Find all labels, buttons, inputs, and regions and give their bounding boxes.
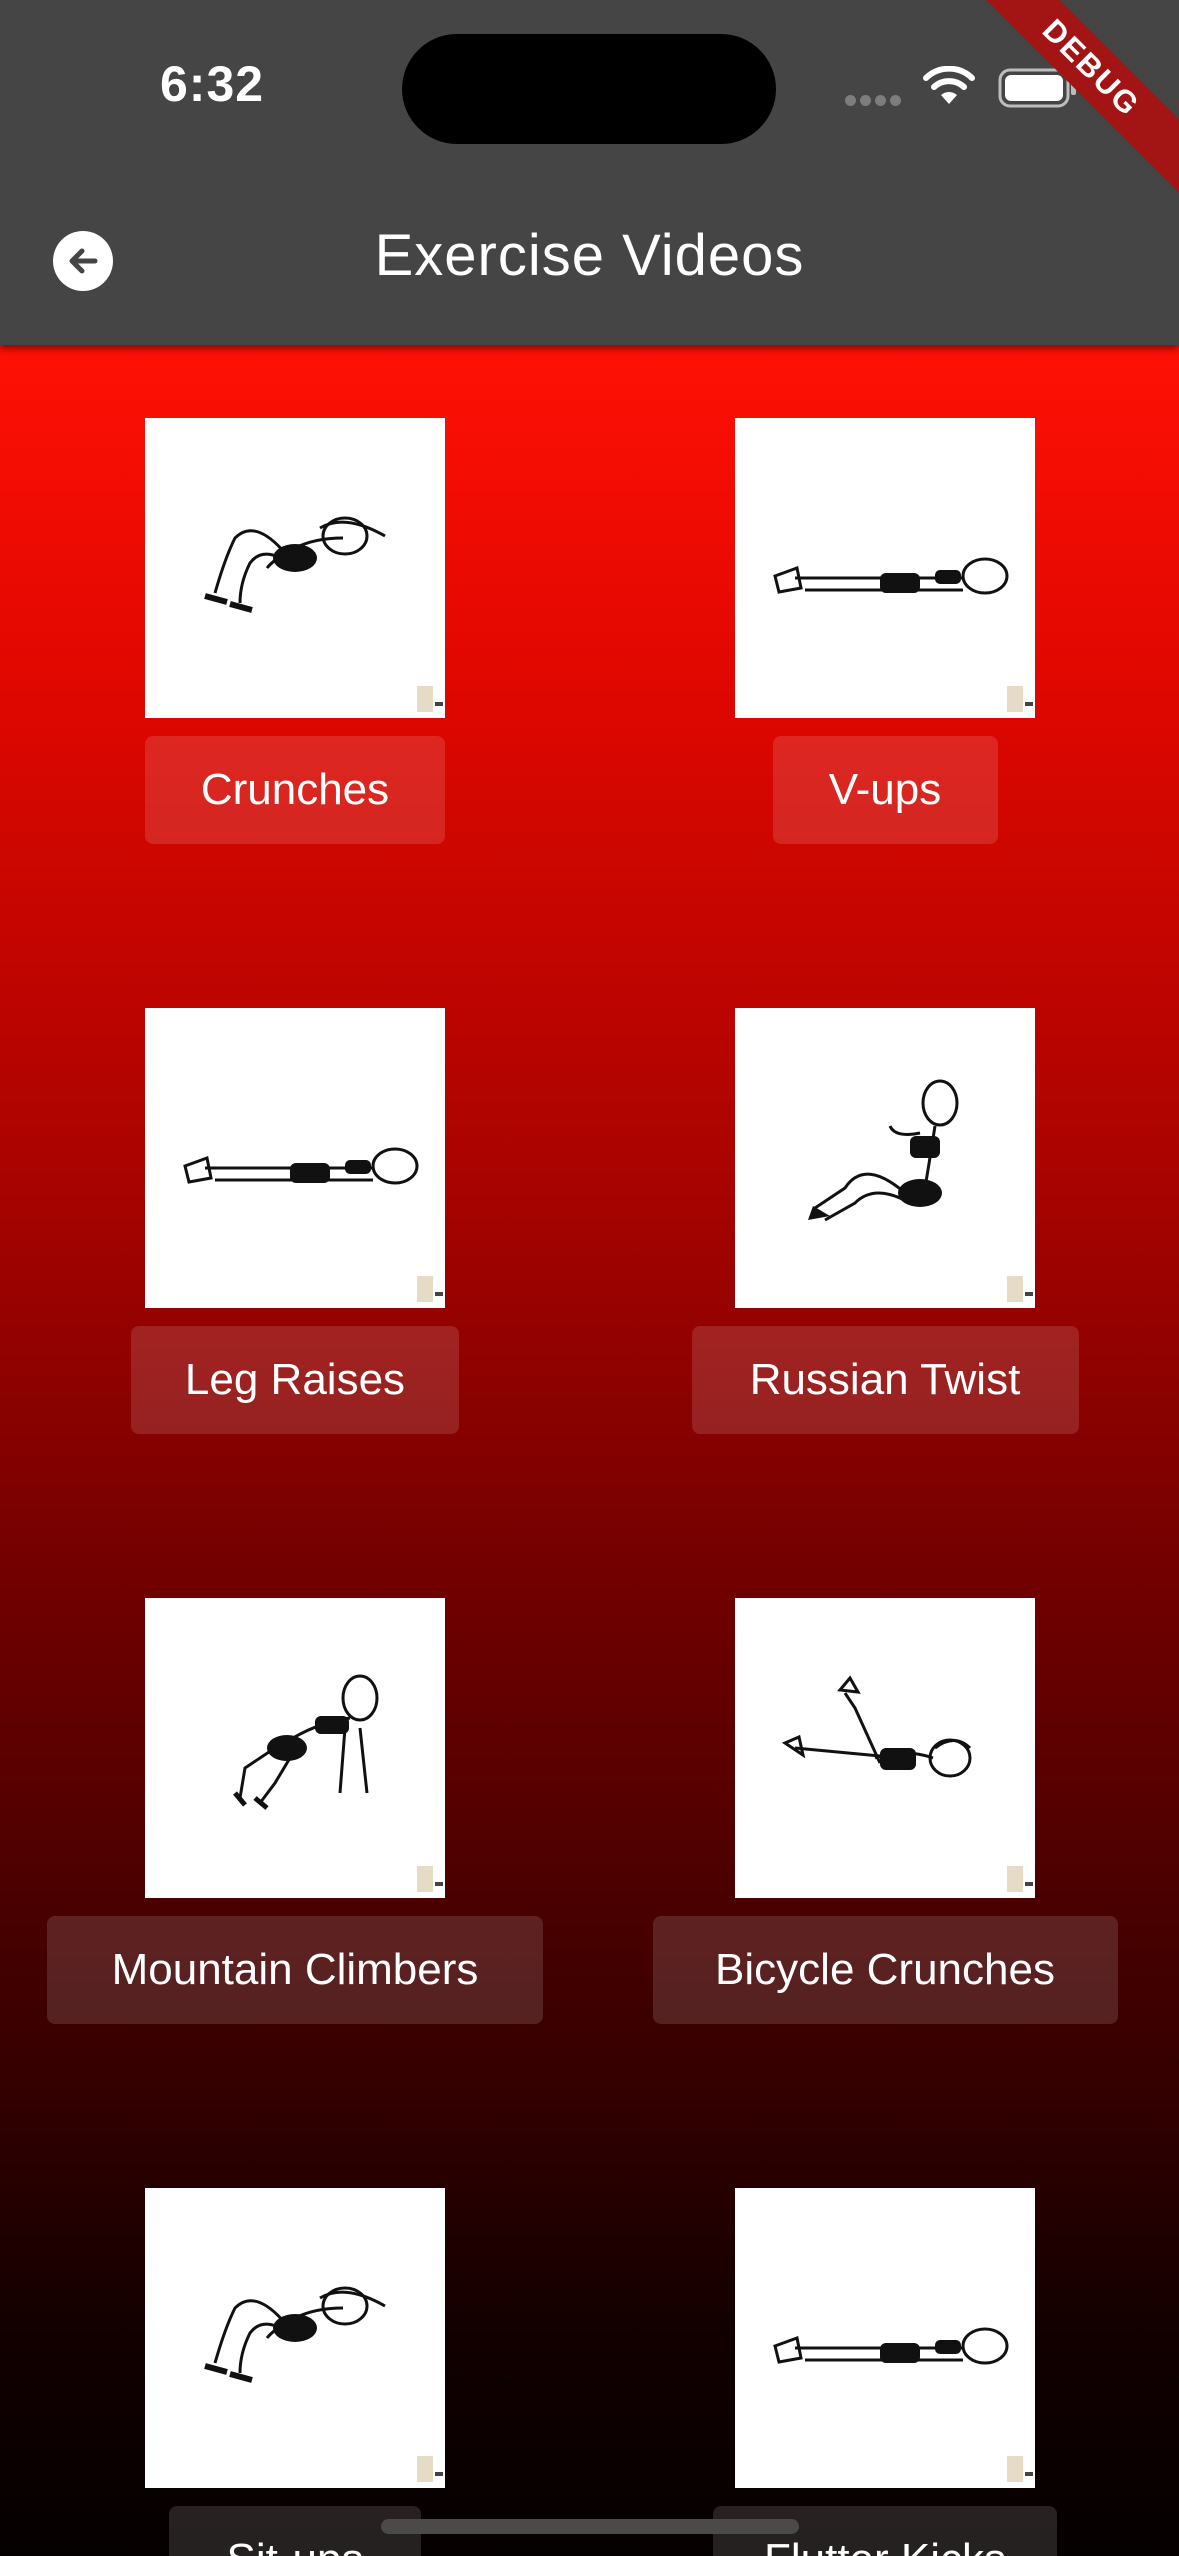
exercise-thumbnail[interactable]	[145, 2188, 445, 2488]
exercise-illustration	[183, 1147, 419, 1185]
exercise-name-button[interactable]: Mountain Climbers	[47, 1916, 543, 2024]
exercise-name-button[interactable]: V-ups	[772, 736, 998, 844]
watermark-logo	[417, 1276, 433, 1302]
cellular-signal-icon	[845, 93, 905, 111]
exercise-name-button[interactable]: Leg Raises	[131, 1326, 459, 1434]
exercise-thumbnail[interactable]	[145, 418, 445, 718]
home-indicator[interactable]	[381, 2519, 799, 2534]
exercise-thumbnail[interactable]	[145, 1008, 445, 1308]
watermark-logo	[1007, 686, 1023, 712]
exercise-thumbnail[interactable]	[735, 1598, 1035, 1898]
watermark-logo	[1007, 2456, 1023, 2482]
wifi-icon	[923, 66, 975, 104]
exercise-name-button[interactable]: Crunches	[145, 736, 445, 844]
exercise-name-button[interactable]: Bicycle Crunches	[652, 1916, 1118, 2024]
page-title: Exercise Videos	[374, 223, 805, 288]
exercise-illustration	[233, 1674, 379, 1810]
watermark-logo	[417, 686, 433, 712]
exercise-illustration	[773, 557, 1009, 595]
exercise-illustration	[773, 2327, 1009, 2365]
watermark-logo	[417, 1866, 433, 1892]
exercise-illustration	[204, 2286, 386, 2383]
exercise-thumbnail[interactable]	[735, 1008, 1035, 1308]
watermark-logo	[1007, 1866, 1023, 1892]
exercise-illustration	[204, 516, 386, 613]
exercise-grid[interactable]: Crunches V-ups Leg Raises Russian Twist	[0, 345, 1179, 2556]
status-time: 6:32	[160, 56, 265, 112]
exercise-thumbnail[interactable]	[145, 1598, 445, 1898]
app-bar: 6:32 Exercise Videos	[0, 0, 1179, 345]
exercise-illustration	[808, 1079, 959, 1222]
exercise-thumbnail[interactable]	[735, 418, 1035, 718]
watermark-logo	[417, 2456, 433, 2482]
dynamic-island	[402, 34, 776, 144]
exercise-name-button[interactable]: Russian Twist	[691, 1326, 1079, 1434]
exercise-thumbnail[interactable]	[735, 2188, 1035, 2488]
exercise-illustration	[781, 1675, 972, 1778]
watermark-logo	[1007, 1276, 1023, 1302]
